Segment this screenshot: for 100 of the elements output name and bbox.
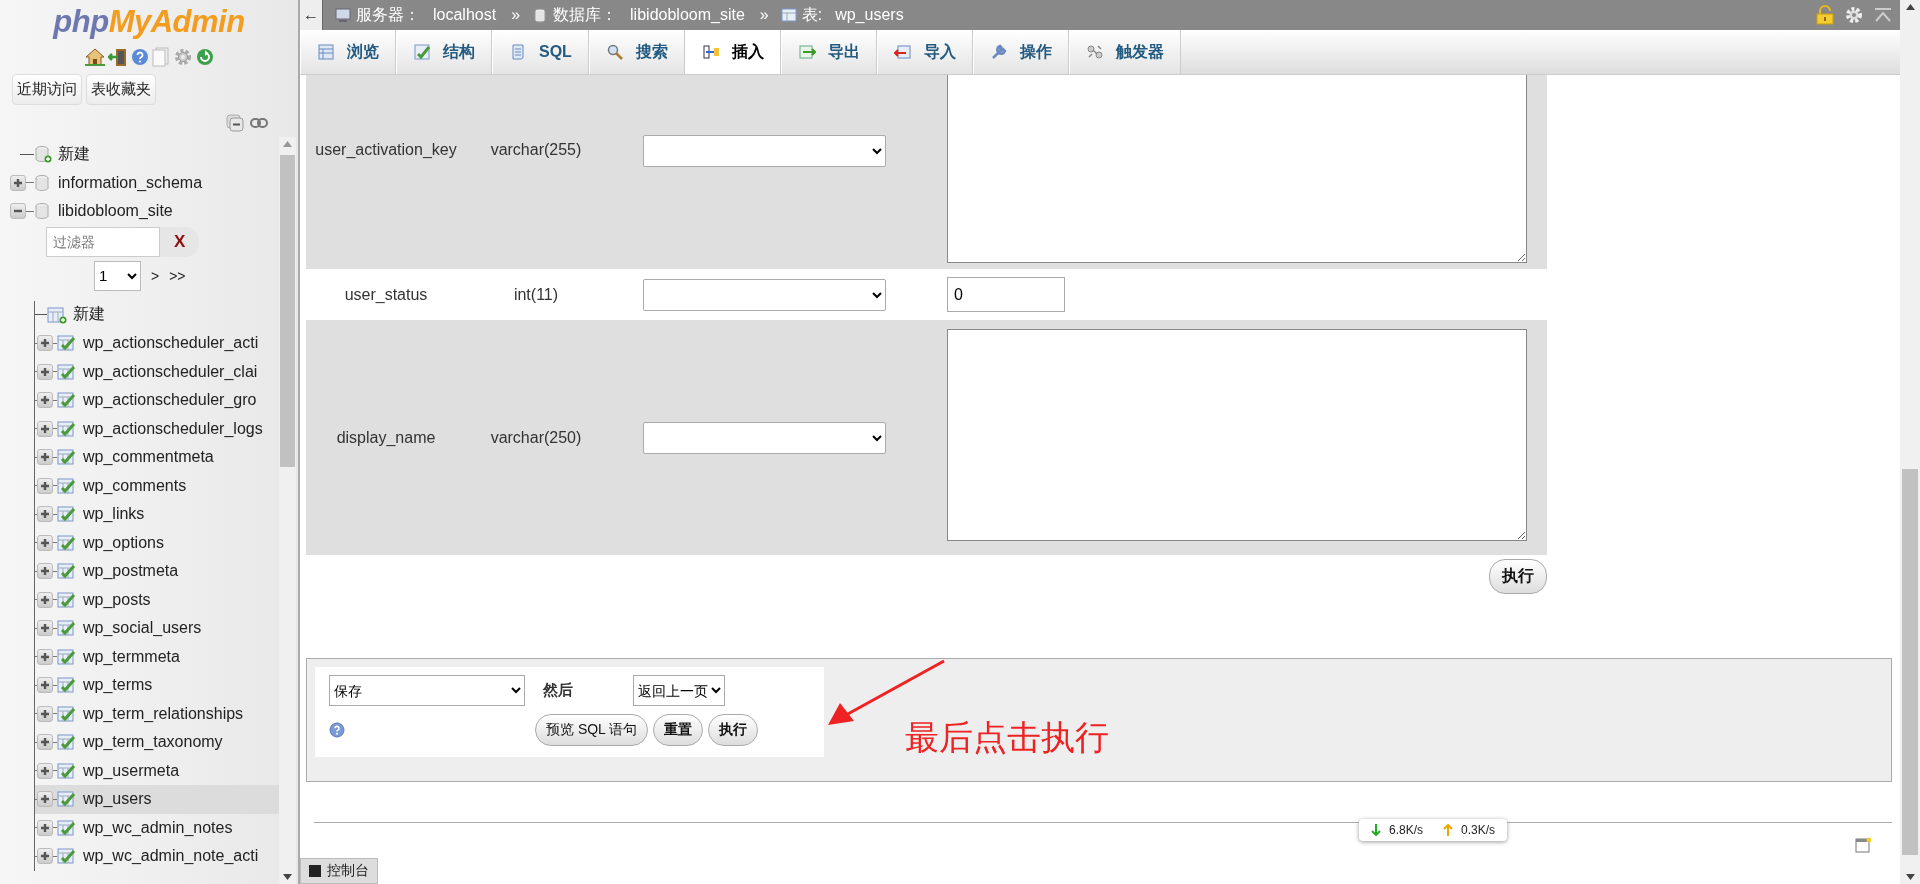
breadcrumb-link[interactable]: localhost — [433, 6, 497, 24]
settings-icon[interactable] — [1844, 5, 1864, 25]
tab[interactable]: 浏览 — [300, 30, 396, 74]
collapse-all-icon[interactable] — [226, 114, 244, 132]
table-link[interactable]: wp_term_relationships — [83, 704, 244, 723]
expand-icon[interactable] — [37, 705, 53, 722]
table-edit-icon — [57, 562, 77, 581]
table-link[interactable]: wp_postmeta — [83, 562, 179, 581]
after-insert-select[interactable]: 返回上一页 — [633, 675, 725, 706]
clear-filter-button[interactable]: X — [160, 226, 200, 257]
sidebar-tab-button[interactable]: 表收藏夹 — [86, 74, 156, 105]
scroll-up-icon[interactable] — [1905, 4, 1915, 10]
tab[interactable]: 搜索 — [588, 30, 685, 74]
table-link[interactable]: wp_terms — [83, 676, 153, 695]
go-button[interactable]: 执行 — [708, 714, 759, 746]
go-button[interactable]: 执行 — [1489, 559, 1547, 594]
reload-icon[interactable] — [195, 48, 214, 66]
collapse-icon[interactable] — [10, 203, 26, 220]
table-link[interactable]: wp_links — [83, 505, 145, 524]
expand-icon[interactable] — [37, 677, 53, 694]
expand-icon[interactable] — [37, 477, 53, 494]
table-link[interactable]: wp_actionscheduler_logs — [83, 419, 263, 438]
table-link[interactable]: wp_options — [83, 533, 164, 552]
table-link[interactable]: wp_wc_admin_note_acti — [83, 847, 259, 866]
new-item-link[interactable]: 新建 — [73, 304, 105, 326]
table-link[interactable]: wp_social_users — [83, 619, 202, 638]
page-select[interactable]: 1 — [94, 260, 141, 291]
table-link[interactable]: wp_users — [83, 790, 152, 809]
table-link[interactable]: wp_actionscheduler_gro — [83, 391, 257, 410]
scroll-down-icon[interactable] — [283, 874, 292, 880]
scrollbar[interactable] — [279, 137, 296, 884]
database-link[interactable]: information_schema — [58, 173, 203, 192]
breadcrumb-separator: » — [759, 6, 769, 24]
back-arrow-button[interactable]: ← — [300, 0, 323, 30]
last-page-link[interactable]: >> — [169, 267, 186, 284]
table-edit-icon — [57, 419, 77, 438]
expand-icon[interactable] — [37, 449, 53, 466]
door-exit-icon[interactable] — [107, 47, 128, 67]
expand-icon[interactable] — [37, 363, 53, 380]
expand-icon[interactable] — [37, 392, 53, 409]
value-field[interactable]: 0 — [947, 277, 1065, 312]
table-link[interactable]: wp_actionscheduler_clai — [83, 362, 258, 381]
tab[interactable]: 导出 — [780, 30, 877, 74]
table-edit-icon — [57, 733, 77, 752]
home-icon[interactable] — [84, 48, 105, 66]
console-icon — [309, 865, 321, 877]
table-link[interactable]: wp_actionscheduler_acti — [83, 334, 259, 353]
expand-icon[interactable] — [37, 534, 53, 551]
new-database-icon — [34, 145, 52, 164]
expand-icon[interactable] — [37, 506, 53, 523]
preview-sql-button[interactable]: 预览 SQL 语句 — [535, 714, 649, 746]
note-icon[interactable] — [1855, 837, 1871, 853]
then-label: 然后 — [543, 681, 573, 700]
expand-icon[interactable] — [37, 335, 53, 352]
next-page-link[interactable]: > — [151, 267, 160, 284]
scrollbar[interactable] — [1900, 0, 1920, 884]
tab[interactable]: 导入 — [876, 30, 973, 74]
table-link[interactable]: wp_usermeta — [83, 761, 180, 780]
table-link[interactable]: wp_termmeta — [83, 647, 180, 666]
expand-icon[interactable] — [10, 174, 26, 191]
link-icon[interactable] — [250, 117, 268, 129]
expand-icon[interactable] — [37, 420, 53, 437]
tab[interactable]: 插入 — [684, 30, 781, 74]
sidebar-tab-button[interactable]: 近期访问 — [12, 74, 82, 105]
database-icon — [532, 7, 549, 23]
import-arrow-icon — [893, 43, 912, 61]
lock-icon[interactable] — [1816, 5, 1834, 25]
filter-field[interactable]: 过滤器 — [46, 226, 160, 257]
expand-icon[interactable] — [37, 734, 53, 751]
table-link[interactable]: wp_wc_admin_notes — [83, 818, 233, 837]
expand-icon[interactable] — [37, 563, 53, 580]
column-type: int(11) — [512, 285, 560, 304]
column-type: varchar(255) — [489, 141, 583, 159]
breadcrumb-link[interactable]: libidobloom_site — [630, 6, 745, 24]
expand-icon[interactable] — [37, 620, 53, 637]
reset-button[interactable]: 重置 — [653, 714, 704, 746]
database-link[interactable]: libidobloom_site — [58, 202, 173, 221]
breadcrumb-link[interactable]: wp_users — [835, 6, 904, 24]
expand-icon[interactable] — [37, 762, 53, 779]
logo[interactable]: phpMyAdmin — [53, 4, 245, 40]
expand-icon[interactable] — [37, 791, 53, 808]
table-link[interactable]: wp_term_taxonomy — [83, 733, 223, 752]
expand-icon[interactable] — [37, 819, 53, 836]
console-tab[interactable]: 控制台 — [300, 858, 378, 884]
table-edit-icon — [57, 704, 77, 723]
expand-icon[interactable] — [37, 848, 53, 865]
help-icon[interactable] — [130, 48, 149, 66]
tab[interactable]: SQL — [492, 30, 589, 74]
tab[interactable]: 触发器 — [1068, 30, 1181, 74]
help-icon[interactable] — [329, 722, 345, 738]
tab[interactable]: 操作 — [972, 30, 1069, 74]
expand-icon[interactable] — [37, 591, 53, 608]
tab[interactable]: 结构 — [396, 30, 492, 74]
table-link[interactable]: wp_commentmeta — [83, 448, 214, 467]
save-mode-select[interactable]: 保存 — [329, 675, 525, 706]
expand-icon[interactable] — [37, 648, 53, 665]
scroll-down-icon[interactable] — [1905, 874, 1915, 880]
table-link[interactable]: wp_posts — [83, 590, 151, 609]
new-item-link[interactable]: 新建 — [58, 143, 90, 165]
table-link[interactable]: wp_comments — [83, 476, 187, 495]
